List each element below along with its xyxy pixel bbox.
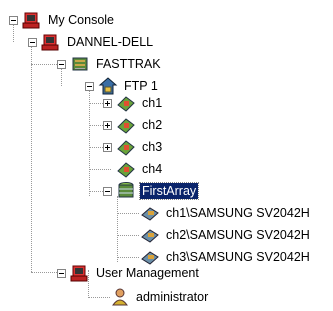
expand-toggle-icon[interactable] <box>103 120 112 130</box>
tree-node-label: User Management <box>96 266 199 280</box>
tree-node-firstarray[interactable]: FirstArray <box>103 180 200 202</box>
tree-node-fasttrak[interactable]: FASTTRAK <box>57 53 163 75</box>
tree-node-channel[interactable]: ch2 <box>103 114 164 136</box>
tree-node-host[interactable]: DANNEL-DELL <box>28 31 155 53</box>
computer-icon <box>22 12 40 29</box>
tree-node-label: My Console <box>48 13 114 27</box>
disk-icon <box>141 229 159 243</box>
tree-node-channel[interactable]: ch3 <box>103 136 164 158</box>
collapse-toggle-icon[interactable] <box>85 81 94 91</box>
collapse-toggle-icon[interactable] <box>57 268 66 278</box>
channel-icon <box>117 140 135 156</box>
tree-node-label: ch2\SAMSUNG SV2042H <box>166 228 310 242</box>
tree-node-channel[interactable]: ch1 <box>103 92 164 114</box>
user-icon <box>112 288 128 306</box>
tree-node-disk[interactable]: ch1\SAMSUNG SV2042H <box>140 202 312 224</box>
tree-node-label: DANNEL-DELL <box>67 35 154 49</box>
collapse-toggle-icon[interactable] <box>103 186 112 196</box>
tree-node-label: ch2 <box>142 118 163 132</box>
tree-node-label: ch4 <box>142 162 163 176</box>
channel-icon <box>117 118 135 134</box>
expand-toggle-icon[interactable] <box>103 98 112 108</box>
server-icon <box>72 57 88 71</box>
collapse-toggle-icon[interactable] <box>28 37 37 47</box>
tree-node-disk[interactable]: ch2\SAMSUNG SV2042H <box>140 224 312 246</box>
tree-node-label: ch3 <box>142 140 163 154</box>
tree-node-channel[interactable]: ch4 <box>116 158 164 180</box>
tree-node-label: ch1 <box>142 96 163 110</box>
tree-node-administrator[interactable]: administrator <box>110 286 210 308</box>
tree-node-label: FirstArray <box>138 182 200 200</box>
computer-icon <box>41 34 59 51</box>
array-icon <box>118 182 134 198</box>
expand-toggle-icon[interactable] <box>103 142 112 152</box>
computer-icon <box>70 265 88 282</box>
tree-node-my-console[interactable]: My Console <box>9 9 116 31</box>
tree-node-label: ch1\SAMSUNG SV2042H <box>166 206 310 220</box>
tree-node-label: FASTTRAK <box>96 57 161 71</box>
collapse-toggle-icon[interactable] <box>9 15 18 25</box>
channel-icon <box>117 96 135 112</box>
disk-icon <box>141 207 159 221</box>
tree-node-label: administrator <box>136 290 209 304</box>
channel-icon <box>117 162 135 178</box>
collapse-toggle-icon[interactable] <box>57 59 66 69</box>
tree-node-user-management[interactable]: User Management <box>57 262 201 284</box>
